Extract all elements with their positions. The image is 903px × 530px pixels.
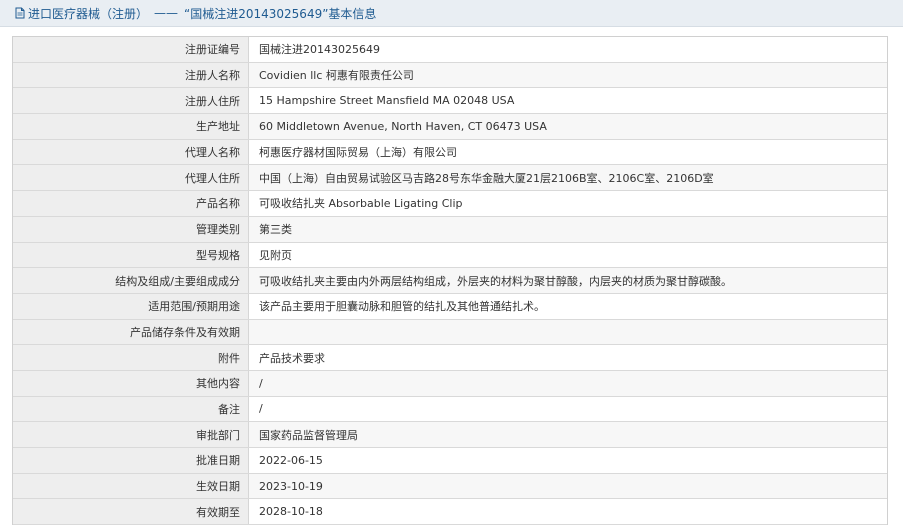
header-category: 进口医疗器械（注册） xyxy=(28,6,149,21)
table-row: 注册人住所 15 Hampshire Street Mansfield MA 02… xyxy=(13,88,887,115)
row-label: 附件 xyxy=(13,345,249,370)
row-label: 注册人住所 xyxy=(13,88,249,114)
row-label: 注册证编号 xyxy=(13,37,249,62)
table-row: 有效期至 2028-10-18 xyxy=(13,499,887,526)
row-label: 生产地址 xyxy=(13,114,249,139)
row-value: 15 Hampshire Street Mansfield MA 02048 U… xyxy=(249,88,887,114)
row-value xyxy=(249,319,887,345)
row-label: 批准日期 xyxy=(13,448,249,473)
row-label: 注册人名称 xyxy=(13,62,249,88)
row-value: 2022-06-15 xyxy=(249,448,887,473)
row-value: 2028-10-18 xyxy=(249,499,887,525)
table-row: 结构及组成/主要组成成分 可吸收结扎夹主要由内外两层结构组成，外层夹的材料为聚甘醇… xyxy=(13,268,887,294)
row-value: 60 Middletown Avenue, North Haven, CT 06… xyxy=(249,114,887,139)
table-row: 管理类别 第三类 xyxy=(13,216,887,243)
row-label: 其他内容 xyxy=(13,370,249,396)
row-value: 中国（上海）自由贸易试验区马吉路28号东华金融大厦21层2106B室、2106C… xyxy=(249,165,887,191)
table-row: 其他内容 / xyxy=(13,370,887,397)
table-row: 代理人住所 中国（上海）自由贸易试验区马吉路28号东华金融大厦21层2106B室、… xyxy=(13,165,887,192)
row-value: 可吸收结扎夹主要由内外两层结构组成，外层夹的材料为聚甘醇酸，内层夹的材质为聚甘醇… xyxy=(249,268,887,293)
row-value: 该产品主要用于胆囊动脉和胆管的结扎及其他普通结扎术。 xyxy=(249,293,887,319)
row-label: 有效期至 xyxy=(13,499,249,525)
row-label: 产品名称 xyxy=(13,191,249,216)
row-label: 备注 xyxy=(13,396,249,422)
row-label: 生效日期 xyxy=(13,473,249,499)
header-separator: —— xyxy=(154,6,179,20)
table-row: 批准日期 2022-06-15 xyxy=(13,448,887,474)
table-row: 注册人名称 Covidien llc 柯惠有限责任公司 xyxy=(13,62,887,89)
info-table: 注册证编号 国械注进20143025649 注册人名称 Covidien llc 柯惠… xyxy=(12,36,888,526)
table-row: 适用范围/预期用途 该产品主要用于胆囊动脉和胆管的结扎及其他普通结扎术。 xyxy=(13,293,887,320)
document-icon xyxy=(14,7,26,19)
table-row: 产品名称 可吸收结扎夹 Absorbable Ligating Clip xyxy=(13,191,887,217)
row-value: Covidien llc 柯惠有限责任公司 xyxy=(249,62,887,88)
table-row: 生产地址 60 Middletown Avenue, North Haven, C… xyxy=(13,114,887,140)
header-record-title: “国械注进20143025649”基本信息 xyxy=(184,6,377,21)
row-label: 结构及组成/主要组成成分 xyxy=(13,268,249,293)
row-value: / xyxy=(249,370,887,396)
page-header: 进口医疗器械（注册） —— “国械注进20143025649”基本信息 xyxy=(0,0,903,27)
table-row: 生效日期 2023-10-19 xyxy=(13,473,887,500)
row-value: / xyxy=(249,396,887,422)
row-value: 柯惠医疗器材国际贸易（上海）有限公司 xyxy=(249,139,887,165)
table-row: 备注 / xyxy=(13,396,887,423)
table-row: 审批部门 国家药品监督管理局 xyxy=(13,422,887,448)
row-label: 代理人名称 xyxy=(13,139,249,165)
row-label: 审批部门 xyxy=(13,422,249,447)
table-row: 型号规格 见附页 xyxy=(13,242,887,269)
row-value: 第三类 xyxy=(249,216,887,242)
row-label: 适用范围/预期用途 xyxy=(13,293,249,319)
row-value: 国家药品监督管理局 xyxy=(249,422,887,447)
row-label: 代理人住所 xyxy=(13,165,249,191)
row-label: 型号规格 xyxy=(13,242,249,268)
table-row: 附件 产品技术要求 xyxy=(13,345,887,371)
row-label: 管理类别 xyxy=(13,216,249,242)
row-value: 2023-10-19 xyxy=(249,473,887,499)
table-row: 注册证编号 国械注进20143025649 xyxy=(13,37,887,63)
row-value: 产品技术要求 xyxy=(249,345,887,370)
row-value: 国械注进20143025649 xyxy=(249,37,887,62)
row-label: 产品储存条件及有效期 xyxy=(13,319,249,345)
table-row: 代理人名称 柯惠医疗器材国际贸易（上海）有限公司 xyxy=(13,139,887,166)
table-row: 产品储存条件及有效期 xyxy=(13,319,887,346)
row-value: 可吸收结扎夹 Absorbable Ligating Clip xyxy=(249,191,887,216)
row-value: 见附页 xyxy=(249,242,887,268)
